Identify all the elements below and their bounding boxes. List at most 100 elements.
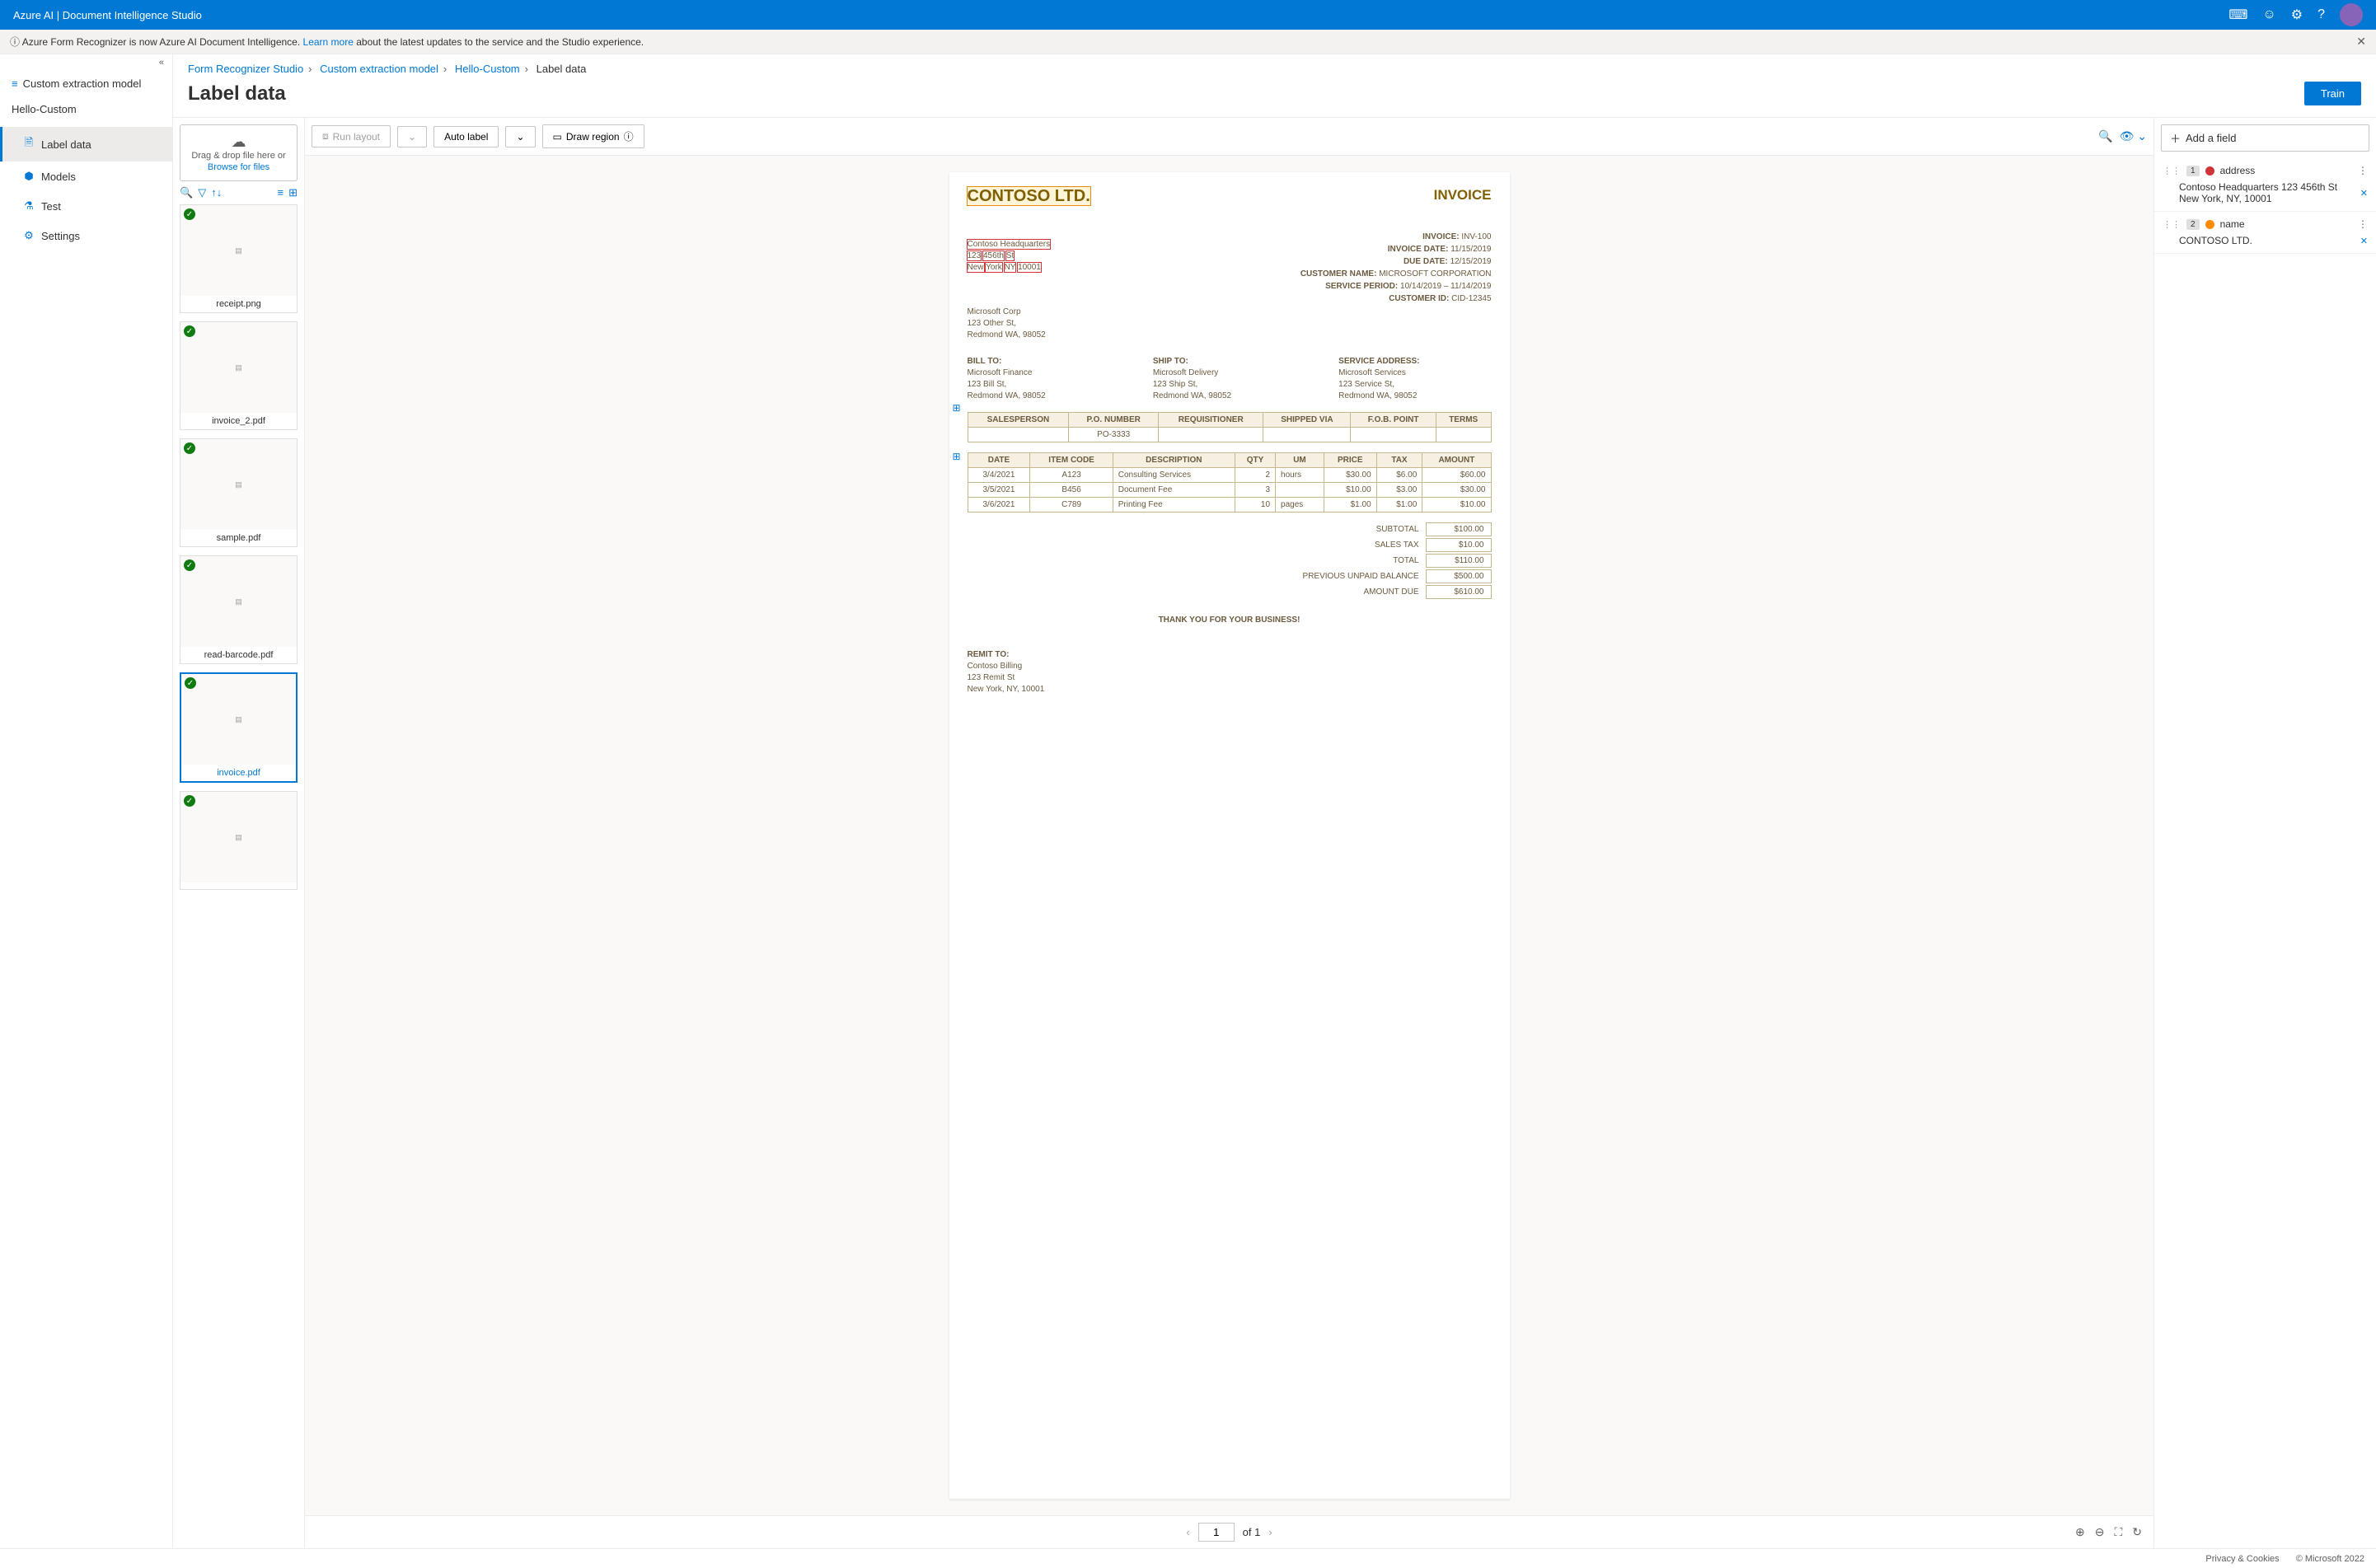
banner-text: ⓘ Azure Form Recognizer is now Azure AI … xyxy=(10,35,644,49)
flask-icon: ⚗ xyxy=(23,199,35,213)
thumbnail-item[interactable]: ✓▤invoice.pdf xyxy=(180,672,298,783)
help-icon[interactable]: ? xyxy=(2317,7,2325,22)
sidebar-collapse-icon[interactable]: « xyxy=(0,54,172,71)
list-view-icon[interactable]: ≡ xyxy=(278,186,284,199)
keyboard-icon[interactable]: ⌨ xyxy=(2228,7,2247,23)
file-tools: 🔍 ▽ ↑↓ ≡ ⊞ xyxy=(180,181,298,204)
canvas-search-icon[interactable]: 🔍 xyxy=(2098,129,2112,143)
info-icon: ⓘ xyxy=(10,36,20,48)
topbar: Azure AI | Document Intelligence Studio … xyxy=(0,0,2376,30)
thumbnail-label: invoice.pdf xyxy=(181,765,296,781)
page-input[interactable] xyxy=(1198,1523,1235,1542)
train-button[interactable]: Train xyxy=(2304,82,2361,105)
check-icon: ✓ xyxy=(184,559,195,571)
doc-table-po: SALESPERSONP.O. NUMBERREQUISITIONERSHIPP… xyxy=(968,412,1492,442)
table-icon[interactable]: ⊞ xyxy=(953,451,961,462)
cube-icon: ⬢ xyxy=(23,170,35,183)
plus-icon: ＋ xyxy=(2170,130,2181,146)
field-name: name xyxy=(2220,218,2245,230)
search-icon[interactable]: 🔍 xyxy=(180,186,193,199)
region-icon: ▭ xyxy=(553,131,562,143)
canvas-toolbar: ⧈ Run layout ⌄ Auto label ⌄ ▭ Draw regio… xyxy=(305,118,2153,156)
info-icon: ⓘ xyxy=(624,129,634,143)
app-title: Azure AI | Document Intelligence Studio xyxy=(13,9,202,21)
check-icon: ✓ xyxy=(185,677,196,689)
sidebar-item-settings[interactable]: ⚙ Settings xyxy=(0,221,172,250)
thumbnail-label: read-barcode.pdf xyxy=(180,647,297,663)
field-index: 1 xyxy=(2186,166,2200,176)
thumbnail-item[interactable]: ✓▤ xyxy=(180,791,298,890)
add-field-button[interactable]: ＋ Add a field xyxy=(2161,124,2369,152)
topbar-actions: ⌨ ☺ ⚙ ? xyxy=(2228,3,2363,26)
filter-icon[interactable]: ▽ xyxy=(198,186,206,199)
drag-icon[interactable]: ⋮⋮ xyxy=(2163,219,2181,230)
copyright: © Microsoft 2022 xyxy=(2296,1554,2364,1564)
field-index: 2 xyxy=(2186,219,2200,230)
rotate-icon[interactable]: ↻ xyxy=(2132,1525,2142,1539)
check-icon: ✓ xyxy=(184,208,195,220)
gear-icon: ⚙ xyxy=(23,229,35,242)
color-dot-icon xyxy=(2205,220,2214,229)
feedback-icon[interactable]: ☺ xyxy=(2262,7,2275,22)
run-layout-button[interactable]: ⧈ Run layout xyxy=(312,125,391,147)
thumbnails-list: ✓▤receipt.png✓▤invoice_2.pdf✓▤sample.pdf… xyxy=(180,204,298,1542)
doc-thanks: THANK YOU FOR YOUR BUSINESS! xyxy=(968,615,1492,625)
doc-company-name[interactable]: CONTOSO LTD. xyxy=(968,187,1090,205)
info-banner: ⓘ Azure Form Recognizer is now Azure AI … xyxy=(0,30,2376,54)
auto-label-dropdown[interactable]: ⌄ xyxy=(505,126,535,147)
upload-dropzone[interactable]: ☁ Drag & drop file here or Browse for fi… xyxy=(180,124,298,181)
footer: Privacy & Cookies © Microsoft 2022 xyxy=(0,1548,2376,1568)
drag-icon[interactable]: ⋮⋮ xyxy=(2163,166,2181,176)
zoom-out-icon[interactable]: ⊖ xyxy=(2095,1525,2105,1539)
fields-panel: ＋ Add a field ⋮⋮ 1 address ⋮ Contoso Hea… xyxy=(2153,118,2376,1548)
sidebar-project-name: Hello-Custom xyxy=(0,96,172,122)
page-prev-icon[interactable]: ‹ xyxy=(1186,1526,1189,1538)
privacy-link[interactable]: Privacy & Cookies xyxy=(2205,1554,2279,1564)
page-total: of 1 xyxy=(1243,1526,1261,1538)
check-icon: ✓ xyxy=(184,795,195,807)
canvas-scroll[interactable]: INVOICE CONTOSO LTD. INVOICE: INV-100 IN… xyxy=(305,156,2153,1515)
sidebar-model-type: ≡ Custom extraction model xyxy=(0,71,172,96)
delete-icon[interactable]: ✕ xyxy=(2360,188,2368,199)
thumbnail-item[interactable]: ✓▤invoice_2.pdf xyxy=(180,321,298,430)
thumbnail-item[interactable]: ✓▤receipt.png xyxy=(180,204,298,313)
zoom-in-icon[interactable]: ⊕ xyxy=(2075,1525,2085,1539)
auto-label-button[interactable]: Auto label xyxy=(433,126,499,147)
sidebar-item-test[interactable]: ⚗ Test xyxy=(0,191,172,221)
thumbnail-item[interactable]: ✓▤sample.pdf xyxy=(180,438,298,547)
thumbnail-label xyxy=(180,882,297,889)
learn-more-link[interactable]: Learn more xyxy=(303,36,354,48)
field-item[interactable]: ⋮⋮ 1 address ⋮ Contoso Headquarters 123 … xyxy=(2154,158,2376,212)
table-icon[interactable]: ⊞ xyxy=(953,402,961,414)
field-item[interactable]: ⋮⋮ 2 name ⋮ CONTOSO LTD.✕ xyxy=(2154,212,2376,254)
fit-icon[interactable]: ⛶ xyxy=(2114,1525,2122,1539)
sort-icon[interactable]: ↑↓ xyxy=(211,186,222,199)
page-next-icon[interactable]: › xyxy=(1268,1526,1272,1538)
more-icon[interactable]: ⋮ xyxy=(2358,165,2368,176)
document-page[interactable]: INVOICE CONTOSO LTD. INVOICE: INV-100 IN… xyxy=(949,172,1510,1499)
thumbnail-item[interactable]: ✓▤read-barcode.pdf xyxy=(180,555,298,664)
draw-region-button[interactable]: ▭ Draw region ⓘ xyxy=(542,124,644,148)
crumb-studio[interactable]: Form Recognizer Studio xyxy=(188,63,303,75)
check-icon: ✓ xyxy=(184,325,195,337)
pager: ‹ of 1 › ⊕ ⊖ ⛶ ↻ xyxy=(305,1515,2153,1548)
grid-view-icon[interactable]: ⊞ xyxy=(288,186,298,199)
visibility-icon[interactable]: 👁 ⌄ xyxy=(2120,129,2147,143)
layers-icon: ≡ xyxy=(12,77,18,90)
crumb-project[interactable]: Hello-Custom xyxy=(455,63,520,75)
sidebar-item-models[interactable]: ⬢ Models xyxy=(0,161,172,191)
sidebar-item-label-data[interactable]: 🗎 Label data xyxy=(0,127,172,161)
scan-icon: ⧈ xyxy=(322,130,329,143)
doc-invoice-heading: INVOICE xyxy=(1434,187,1492,204)
crumb-model[interactable]: Custom extraction model xyxy=(320,63,438,75)
canvas-area: ⧈ Run layout ⌄ Auto label ⌄ ▭ Draw regio… xyxy=(305,118,2153,1548)
delete-icon[interactable]: ✕ xyxy=(2360,236,2368,246)
avatar[interactable] xyxy=(2340,3,2363,26)
browse-link[interactable]: Browse for files xyxy=(185,162,292,172)
more-icon[interactable]: ⋮ xyxy=(2358,218,2368,230)
run-layout-dropdown[interactable]: ⌄ xyxy=(397,126,427,147)
banner-close-icon[interactable]: ✕ xyxy=(2356,35,2366,49)
doc-from: Microsoft Corp123 Other St,Redmond WA, 9… xyxy=(968,307,1492,341)
thumbnail-label: invoice_2.pdf xyxy=(180,413,297,429)
settings-icon[interactable]: ⚙ xyxy=(2291,7,2303,23)
